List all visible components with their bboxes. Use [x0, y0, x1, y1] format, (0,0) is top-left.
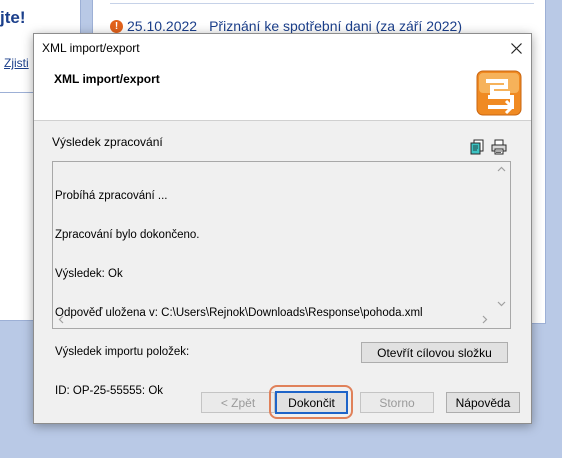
log-line: Zpracování bylo dokončeno.	[55, 229, 200, 241]
result-log-area[interactable]: Probíhá zpracování ... Zpracování bylo d…	[52, 161, 511, 397]
scroll-right-icon[interactable]	[480, 315, 489, 324]
log-line: Výsledek: Ok	[55, 268, 123, 280]
copy-icon[interactable]	[469, 139, 485, 155]
scroll-down-icon[interactable]	[497, 299, 506, 308]
dialog-titlebar[interactable]: XML import/export	[34, 34, 531, 62]
log-line: Probíhá zpracování ...	[55, 190, 168, 202]
notice-date: 25.10.2022	[127, 18, 198, 34]
dialog-header: XML import/export	[34, 62, 531, 121]
result-label: Výsledek zpracování	[52, 135, 163, 149]
background-left-title: jte!	[0, 8, 26, 27]
background-left-link[interactable]: Zjisti	[4, 56, 29, 70]
open-target-folder-button[interactable]: Otevřít cílovou složku	[361, 342, 508, 363]
finish-button[interactable]: Dokončit	[275, 391, 348, 414]
xml-import-export-dialog: XML import/export XML import/export Výsl…	[33, 33, 532, 424]
app-logo-icon	[476, 70, 522, 116]
scroll-up-icon[interactable]	[497, 165, 506, 174]
cancel-button[interactable]: Storno	[360, 392, 434, 413]
print-icon[interactable]	[491, 139, 507, 155]
background-divider-top	[110, 3, 534, 4]
close-icon	[510, 42, 522, 54]
scroll-left-icon[interactable]	[57, 315, 66, 324]
back-button[interactable]: < Zpět	[201, 392, 275, 413]
vertical-scrollbar[interactable]	[493, 162, 510, 311]
dialog-content: Výsledek zpracování Probíhá zpracování .…	[34, 121, 531, 423]
dialog-window-title: XML import/export	[42, 41, 140, 55]
horizontal-scrollbar[interactable]	[53, 311, 493, 328]
notice-title: Přiznání ke spotřební dani (za září 2022…	[209, 18, 462, 34]
help-button[interactable]: Nápověda	[446, 392, 520, 413]
warning-icon: !	[110, 19, 123, 33]
background-notice[interactable]: ! 25.10.2022 Přiznání ke spotřební dani …	[110, 18, 462, 34]
dialog-header-title: XML import/export	[54, 72, 160, 86]
close-button[interactable]	[501, 34, 531, 62]
